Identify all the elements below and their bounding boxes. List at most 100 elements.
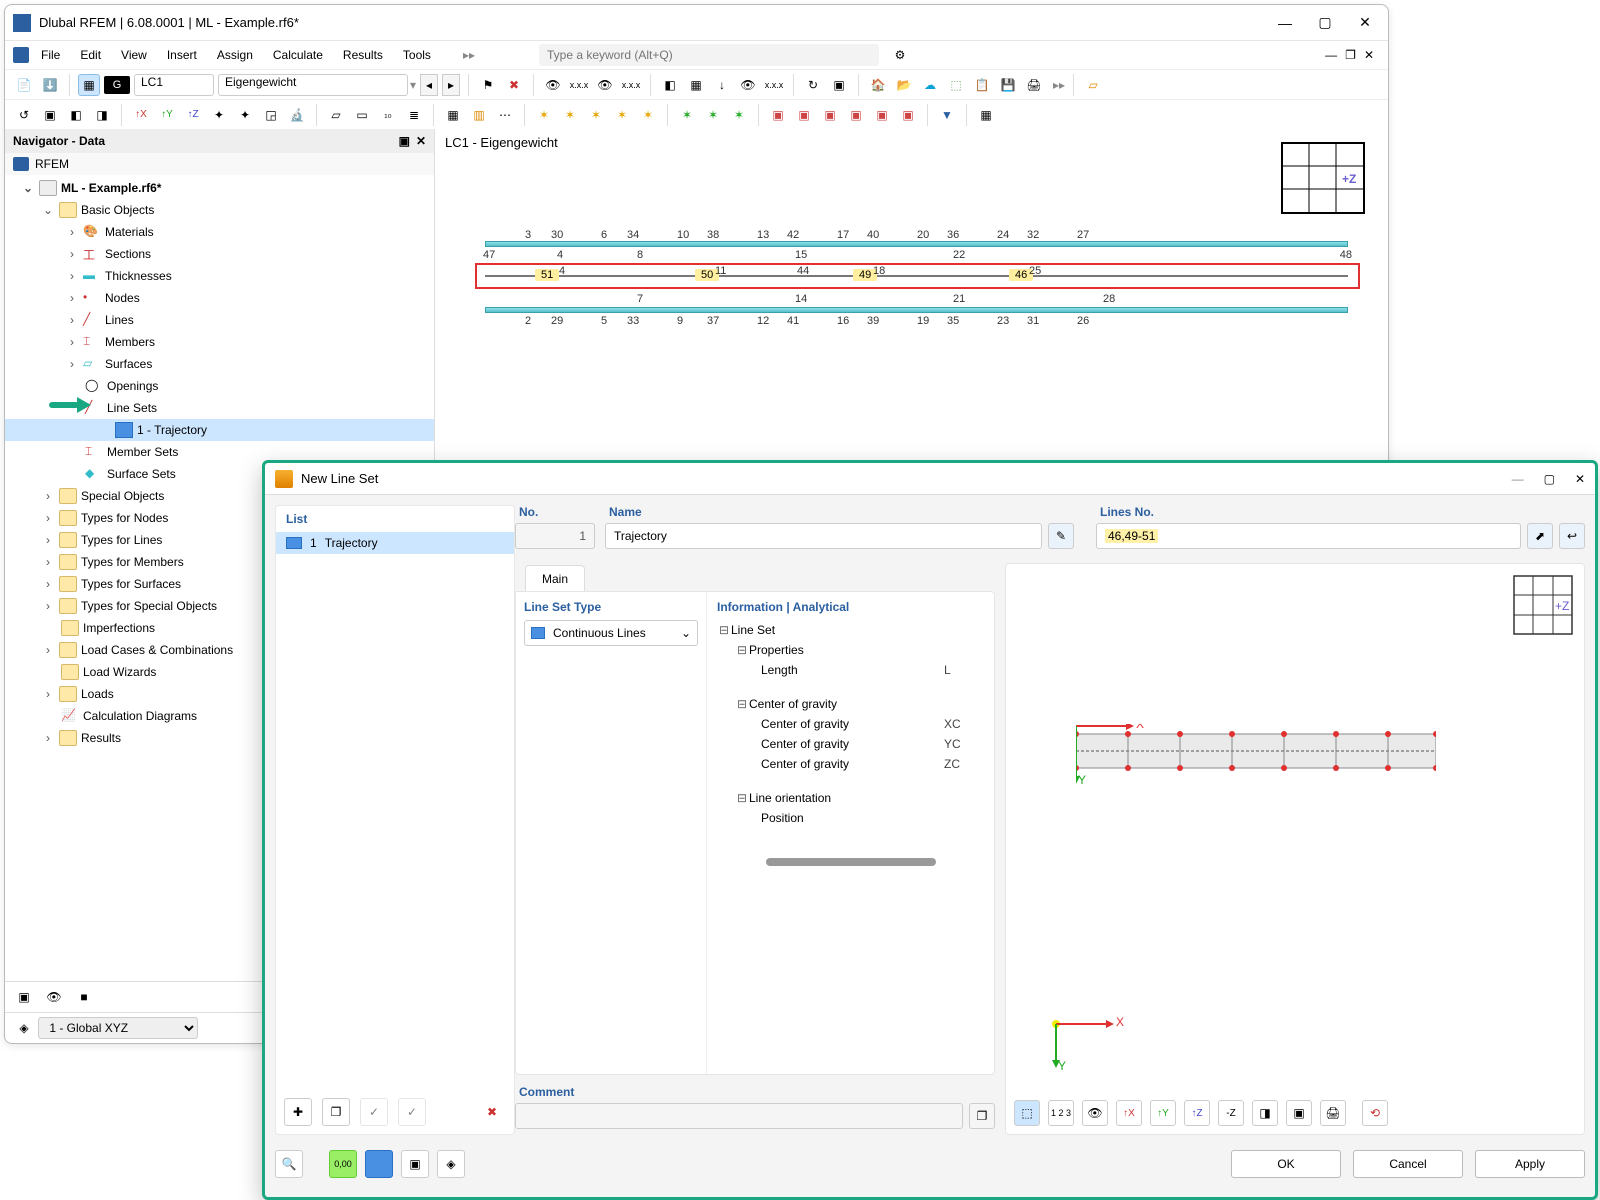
tool-proj-icon[interactable]: ◲: [260, 104, 282, 126]
menu-view[interactable]: View: [113, 46, 155, 64]
load-id-field[interactable]: LC1: [134, 74, 214, 96]
prev-load-button[interactable]: ◂: [420, 74, 438, 96]
tool-s4-icon[interactable]: ✶: [611, 104, 633, 126]
info-orient[interactable]: ⊟Line orientation: [717, 788, 984, 808]
tool-r5-icon[interactable]: ▣: [871, 104, 893, 126]
tool-s5-icon[interactable]: ✶: [637, 104, 659, 126]
tool-select-icon[interactable]: ▱: [1082, 74, 1104, 96]
lines-field[interactable]: 46,49-51: [1096, 523, 1521, 549]
menu-file[interactable]: File: [33, 46, 68, 64]
tool-cube-icon[interactable]: ◧: [659, 74, 681, 96]
list-dup-icon[interactable]: ❐: [322, 1098, 350, 1126]
maximize-button[interactable]: ▢: [1316, 14, 1334, 32]
info-lineset[interactable]: ⊟Line Set: [717, 620, 984, 640]
tree-openings[interactable]: ◯Openings: [5, 375, 434, 397]
name-edit-icon[interactable]: ✎: [1048, 523, 1074, 549]
preview-z-icon[interactable]: ↑Z: [1184, 1100, 1210, 1126]
tab-main[interactable]: Main: [525, 565, 585, 591]
type-select[interactable]: Continuous Lines ⌄: [524, 620, 698, 646]
tree-basic-objects[interactable]: ⌄ Basic Objects: [5, 199, 434, 221]
preview-print-icon[interactable]: 🖨: [1320, 1100, 1346, 1126]
tool-eye-3-icon[interactable]: 👁: [737, 74, 759, 96]
tool-xxx2-icon[interactable]: x.x.x: [620, 74, 642, 96]
tool-yaxis-icon[interactable]: ↑Y: [156, 104, 178, 126]
tool-s3-icon[interactable]: ✶: [585, 104, 607, 126]
tree-lines[interactable]: ›╱Lines: [5, 309, 434, 331]
tool-loadcase-icon[interactable]: ▦: [78, 74, 100, 96]
footer-color-icon[interactable]: [365, 1150, 393, 1178]
tool-rotate-icon[interactable]: ↺: [13, 104, 35, 126]
menu-calculate[interactable]: Calculate: [265, 46, 331, 64]
tool-3d-2-icon[interactable]: ✦: [234, 104, 256, 126]
lines-pick-icon[interactable]: ⬈: [1527, 523, 1553, 549]
tool-eye-2-icon[interactable]: 👁: [594, 74, 616, 96]
info-cog[interactable]: ⊟Center of gravity: [717, 694, 984, 714]
model-diagram[interactable]: 47 48 3 30 6 34 10 38 13 42 17 40 20 36 …: [485, 239, 1348, 329]
tool-arrow-down-icon[interactable]: ↓: [711, 74, 733, 96]
toolbar-1-overflow-icon[interactable]: ▸▸: [1053, 78, 1065, 92]
tool-s2-icon[interactable]: ✶: [559, 104, 581, 126]
menu-results[interactable]: Results: [335, 46, 391, 64]
tool-xxx3-icon[interactable]: x.x.x: [763, 74, 785, 96]
tool-copy-icon[interactable]: 📋: [971, 74, 993, 96]
ok-button[interactable]: OK: [1231, 1150, 1341, 1178]
tool-box3-icon[interactable]: ◨: [91, 104, 113, 126]
tool-flag-icon[interactable]: ⚑: [477, 74, 499, 96]
navigator-close-icon[interactable]: ✕: [416, 134, 426, 148]
dialog-maximize-icon[interactable]: ▢: [1544, 472, 1555, 486]
footer-3d-icon[interactable]: ◈: [437, 1150, 465, 1178]
mdi-restore-icon[interactable]: ❐: [1345, 48, 1356, 62]
tool-xxx-icon[interactable]: x.x.x: [568, 74, 590, 96]
preview-123-icon[interactable]: 1 2 3: [1048, 1100, 1074, 1126]
tool-cloud-icon[interactable]: ☁: [919, 74, 941, 96]
tree-materials[interactable]: ›🎨Materials: [5, 221, 434, 243]
tool-filter-icon[interactable]: ▼: [936, 104, 958, 126]
tree-model[interactable]: ⌄ ML - Example.rf6*: [5, 177, 434, 199]
footer-units-icon[interactable]: 0,00: [329, 1150, 357, 1178]
comment-field[interactable]: [515, 1103, 963, 1129]
comment-list-icon[interactable]: ❐: [969, 1103, 995, 1129]
tool-xaxis-icon[interactable]: ↑X: [130, 104, 152, 126]
tool-g3-icon[interactable]: ✶: [728, 104, 750, 126]
menu-tools[interactable]: Tools: [395, 46, 439, 64]
tool-s1-icon[interactable]: ✶: [533, 104, 555, 126]
preview-persp-icon[interactable]: ◨: [1252, 1100, 1278, 1126]
mdi-close-icon[interactable]: ✕: [1364, 48, 1374, 62]
list-item[interactable]: 1 Trajectory: [276, 532, 514, 554]
list-new-icon[interactable]: ✚: [284, 1098, 312, 1126]
tool-share-icon[interactable]: ⬚: [945, 74, 967, 96]
tool-g2-icon[interactable]: ✶: [702, 104, 724, 126]
search-input[interactable]: [539, 44, 879, 66]
tool-new-load-icon[interactable]: ⬇️: [39, 74, 61, 96]
info-properties[interactable]: ⊟Properties: [717, 640, 984, 660]
tool-mic-icon[interactable]: 🔬: [286, 104, 308, 126]
coord-system-select[interactable]: 1 - Global XYZ: [38, 1017, 198, 1039]
menu-overflow-icon[interactable]: ▸▸: [463, 48, 475, 62]
tree-thicknesses[interactable]: ›▬Thicknesses: [5, 265, 434, 287]
preview-eye-icon[interactable]: 👁: [1082, 1100, 1108, 1126]
navigator-root[interactable]: RFEM: [5, 153, 434, 175]
preview-reset-icon[interactable]: ⟲: [1362, 1100, 1388, 1126]
footer-layout-icon[interactable]: ▣: [401, 1150, 429, 1178]
view-cube-icon[interactable]: +Z: [1278, 139, 1368, 217]
footer-help-icon[interactable]: 🔍: [275, 1150, 303, 1178]
preview-x-icon[interactable]: ↑X: [1116, 1100, 1142, 1126]
tool-layers-icon[interactable]: ≣: [403, 104, 425, 126]
tool-zaxis-icon[interactable]: ↑Z: [182, 104, 204, 126]
menu-insert[interactable]: Insert: [159, 46, 205, 64]
list-check-icon[interactable]: ✓: [360, 1098, 388, 1126]
tool-mesh-icon[interactable]: ▦: [442, 104, 464, 126]
tool-grid-icon[interactable]: ▦: [685, 74, 707, 96]
next-load-button[interactable]: ▸: [442, 74, 460, 96]
navigator-pin-icon[interactable]: ▣: [399, 134, 410, 148]
tool-g1-icon[interactable]: ✶: [676, 104, 698, 126]
tree-nodes[interactable]: ›•Nodes: [5, 287, 434, 309]
tool-new-icon[interactable]: 📄: [13, 74, 35, 96]
preview-panel[interactable]: +Z X Y X Y ⬚ 1 2 3 👁: [1005, 563, 1585, 1135]
preview-view-cube-icon[interactable]: +Z: [1512, 574, 1574, 636]
scrollbar[interactable]: [766, 858, 936, 866]
load-name-field[interactable]: Eigengewicht: [218, 74, 408, 96]
lines-reverse-icon[interactable]: ↩: [1559, 523, 1585, 549]
tool-open-icon[interactable]: 📂: [893, 74, 915, 96]
tool-print-icon[interactable]: 🖨: [1023, 74, 1045, 96]
